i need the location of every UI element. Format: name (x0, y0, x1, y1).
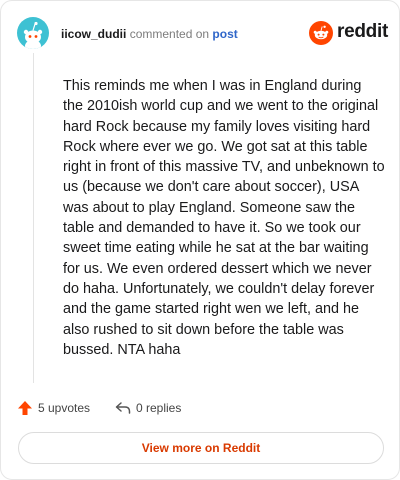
comment-header: iicow_dudii commented on post reddit (17, 17, 388, 51)
reply-count: 0 replies (136, 401, 182, 415)
post-link[interactable]: post (212, 27, 237, 41)
upvote-button[interactable]: 5 upvotes (17, 399, 90, 417)
view-more-on-reddit-button[interactable]: View more on Reddit (18, 432, 384, 464)
reddit-wordmark: reddit (337, 21, 388, 42)
commented-on-label: commented on (129, 27, 210, 41)
comment-actions: 5 upvotes 0 replies (17, 399, 383, 417)
snoo-avatar-icon[interactable] (17, 17, 49, 49)
comment-text: This reminds me when I was in England du… (63, 78, 385, 358)
reddit-logo-icon (309, 21, 333, 45)
reddit-comment-card: iicow_dudii commented on post reddit Thi… (0, 0, 400, 480)
reply-arrow-icon (115, 402, 131, 414)
reddit-brand[interactable]: reddit (309, 19, 388, 47)
upvote-count: 5 upvotes (38, 401, 91, 415)
replies-button[interactable]: 0 replies (115, 399, 181, 417)
username[interactable]: iicow_dudii (61, 27, 126, 41)
upvote-arrow-icon (18, 401, 32, 415)
comment-meta: iicow_dudii commented on post (61, 27, 238, 41)
thread-line (33, 53, 34, 383)
